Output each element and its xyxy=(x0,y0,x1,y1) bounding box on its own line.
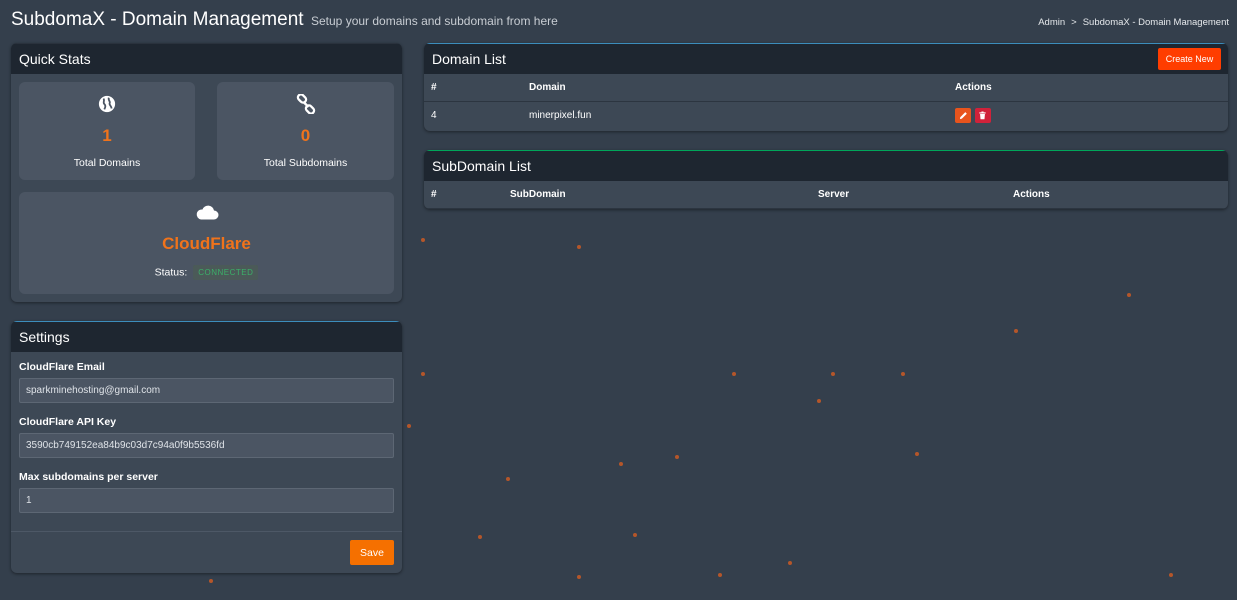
total-subdomains-tile: 0 Total Subdomains xyxy=(217,82,394,180)
column-header-actions: Actions xyxy=(955,74,1228,102)
table-row: 4 minerpixel.fun xyxy=(424,101,1228,130)
page-header: SubdomaX - Domain Management Setup your … xyxy=(11,9,1229,37)
column-header-id: # xyxy=(424,74,529,102)
particle xyxy=(817,399,821,403)
cloudflare-email-field[interactable] xyxy=(19,378,394,403)
trash-icon xyxy=(979,111,986,120)
particle xyxy=(421,372,425,376)
particle xyxy=(718,573,722,577)
breadcrumb-separator: > xyxy=(1071,17,1077,28)
cloudflare-status-label: Status: xyxy=(154,266,188,279)
subdomain-table: # SubDomain Server Actions xyxy=(424,181,1228,209)
total-subdomains-label: Total Subdomains xyxy=(263,157,348,169)
particle xyxy=(421,238,425,242)
particle xyxy=(633,533,637,537)
domain-list-title: Domain List xyxy=(432,51,506,67)
page-title: SubdomaX - Domain Management xyxy=(11,9,304,30)
column-header-id: # xyxy=(424,181,510,209)
globe-icon xyxy=(98,95,116,113)
particle xyxy=(1127,293,1131,297)
delete-button[interactable] xyxy=(974,108,991,124)
particle xyxy=(831,372,835,376)
particle xyxy=(901,372,905,376)
column-header-actions: Actions xyxy=(1013,181,1228,209)
row-id: 4 xyxy=(431,110,437,122)
particle xyxy=(209,579,213,583)
particle xyxy=(577,245,581,249)
particle xyxy=(577,575,581,579)
status-badge: CONNECTED xyxy=(193,265,259,280)
link-icon xyxy=(296,94,315,114)
settings-panel: Settings CloudFlare Email CloudFlare API… xyxy=(11,321,402,573)
breadcrumb-item-admin[interactable]: Admin xyxy=(1038,17,1065,28)
row-actions xyxy=(955,101,1228,130)
row-domain: minerpixel.fun xyxy=(529,110,592,122)
domain-list-header: Domain List Create New xyxy=(424,43,1228,74)
particle xyxy=(788,561,792,565)
quick-stats-panel: Quick Stats 1 Total Domains 0 Total Subd… xyxy=(11,43,402,302)
particle xyxy=(407,424,411,428)
domain-list-panel: Domain List Create New # Domain Actions … xyxy=(424,43,1228,131)
particle xyxy=(1169,573,1173,577)
settings-title: Settings xyxy=(19,329,70,345)
create-new-button[interactable]: Create New xyxy=(1158,48,1221,70)
quick-stats-header: Quick Stats xyxy=(11,43,402,74)
breadcrumb: Admin > SubdomaX - Domain Management xyxy=(1038,17,1229,28)
cloudflare-status-row: Status: CONNECTED xyxy=(19,265,394,280)
particle xyxy=(506,477,510,481)
max-subdomains-field[interactable] xyxy=(19,488,394,513)
column-header-server: Server xyxy=(818,181,1013,209)
quick-stats-title: Quick Stats xyxy=(19,51,91,67)
subdomain-list-header: SubDomain List xyxy=(424,150,1228,181)
domain-table-header-row: # Domain Actions xyxy=(424,74,1228,102)
particle xyxy=(478,535,482,539)
particle xyxy=(1014,329,1018,333)
max-subdomains-label: Max subdomains per server xyxy=(19,471,158,483)
save-button[interactable]: Save xyxy=(350,540,394,565)
cloudflare-api-key-label: CloudFlare API Key xyxy=(19,416,117,428)
particle xyxy=(915,452,919,456)
total-domains-tile: 1 Total Domains xyxy=(19,82,195,180)
total-domains-label: Total Domains xyxy=(73,157,141,169)
cloudflare-title: CloudFlare xyxy=(162,234,251,253)
particle xyxy=(732,372,736,376)
settings-footer: Save xyxy=(11,531,402,573)
column-header-subdomain: SubDomain xyxy=(510,181,818,209)
subdomain-table-header-row: # SubDomain Server Actions xyxy=(424,181,1228,209)
page-subtitle: Setup your domains and subdomain from he… xyxy=(311,14,558,28)
cloudflare-api-key-field[interactable] xyxy=(19,433,394,458)
particle xyxy=(619,462,623,466)
column-header-domain: Domain xyxy=(529,74,955,102)
settings-header: Settings xyxy=(11,321,402,352)
total-subdomains-value: 0 xyxy=(300,126,311,145)
cloud-icon xyxy=(196,205,218,220)
pencil-icon xyxy=(959,112,967,120)
particle xyxy=(675,455,679,459)
subdomain-list-title: SubDomain List xyxy=(432,158,531,174)
total-domains-value: 1 xyxy=(102,126,112,145)
edit-button[interactable] xyxy=(955,108,971,124)
breadcrumb-item-current: SubdomaX - Domain Management xyxy=(1082,17,1229,28)
cloudflare-tile: CloudFlare Status: CONNECTED xyxy=(19,192,394,294)
cloudflare-email-label: CloudFlare Email xyxy=(19,361,105,373)
domain-table: # Domain Actions 4 minerpixel.fun xyxy=(424,74,1228,130)
subdomain-list-panel: SubDomain List # SubDomain Server Action… xyxy=(424,150,1228,209)
